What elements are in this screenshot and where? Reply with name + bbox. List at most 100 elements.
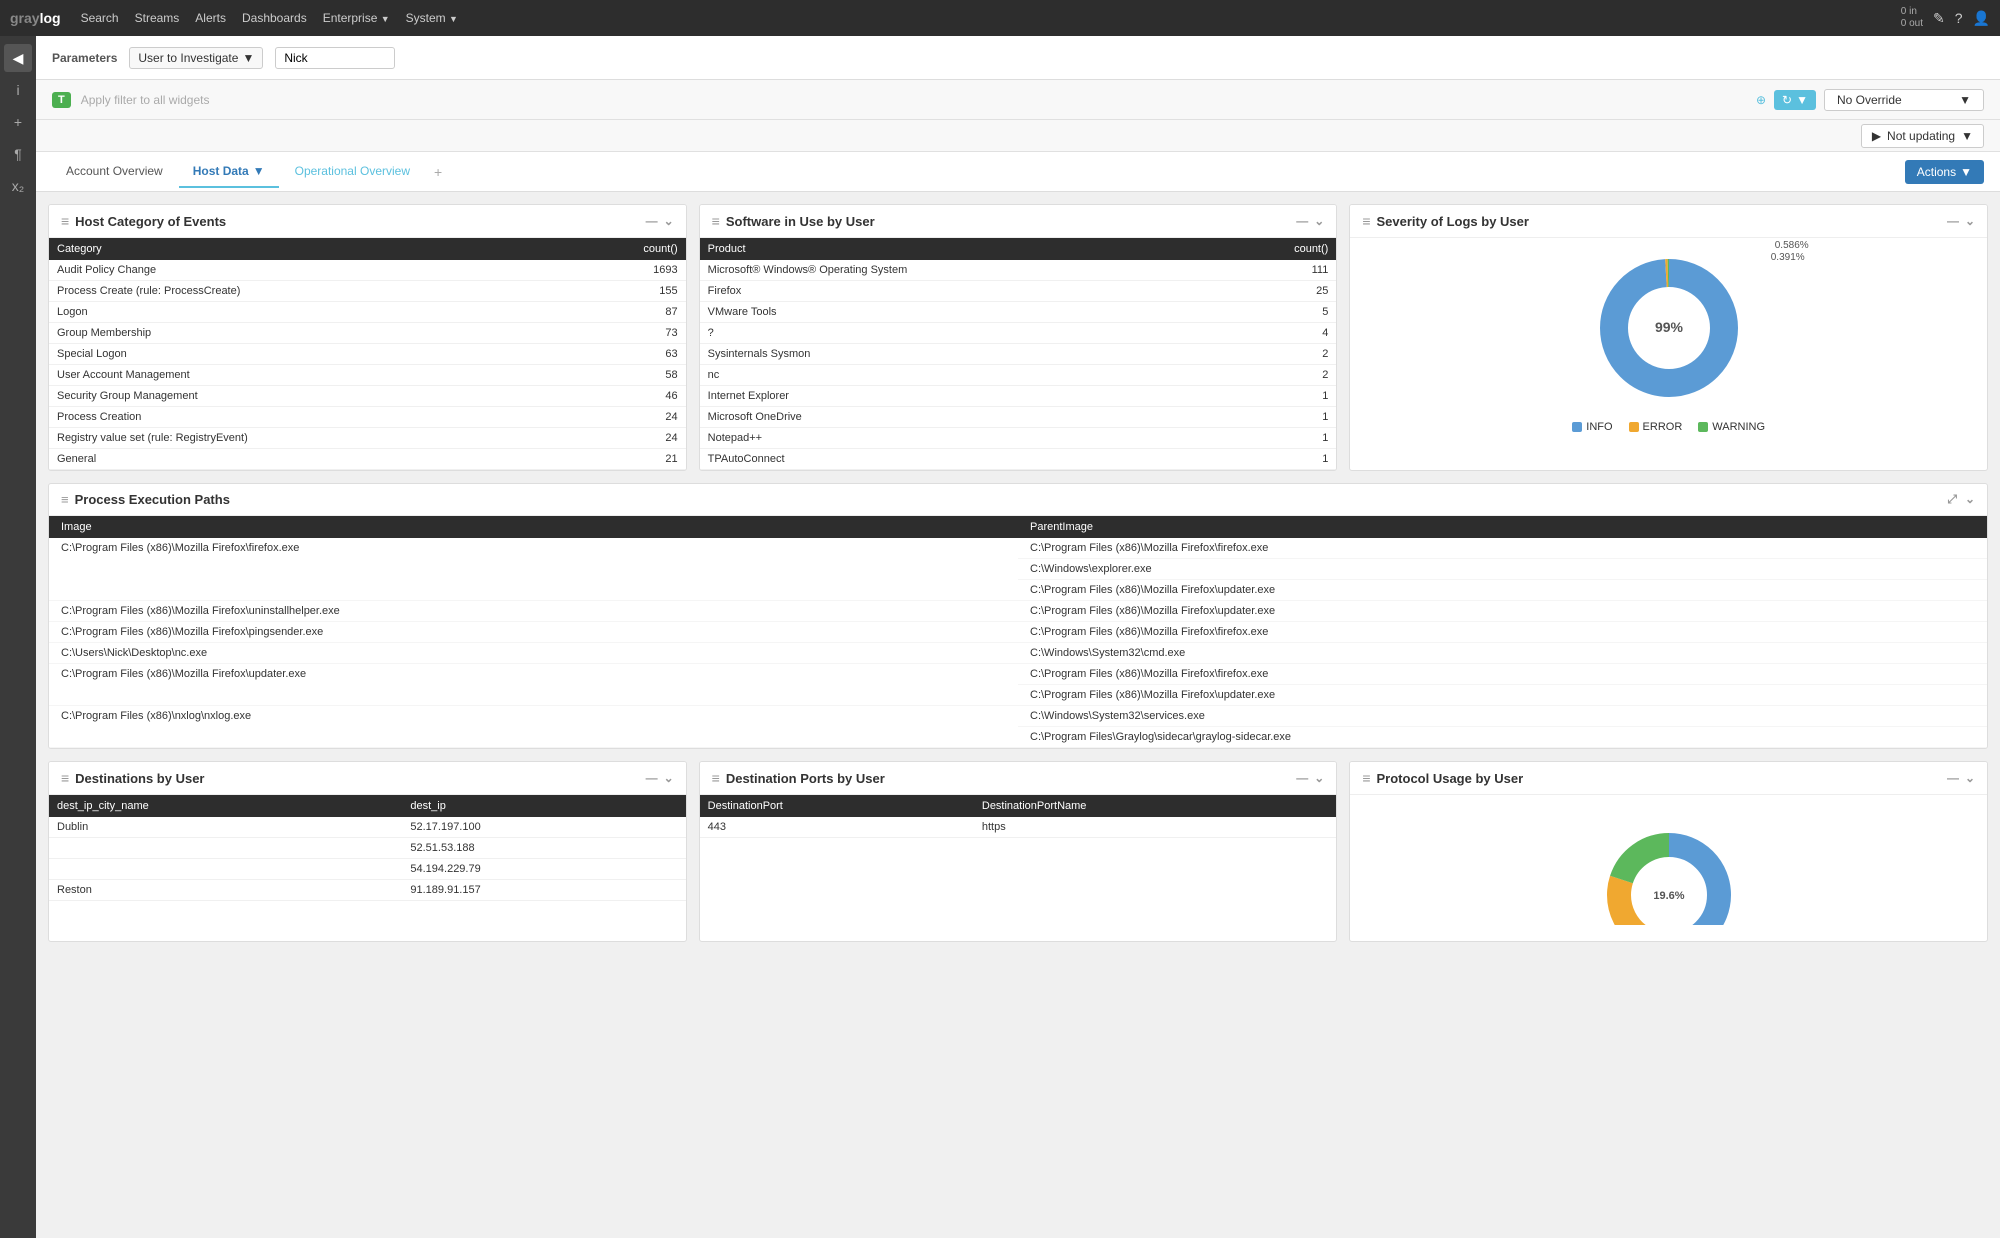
table-row: 54.194.229.79 bbox=[49, 859, 686, 880]
tab-host-data[interactable]: Host Data ▼ bbox=[179, 156, 279, 188]
widget-protocol-header: ≡ Protocol Usage by User — ⌄ bbox=[1350, 762, 1987, 795]
table-row: C:\Program Files (x86)\Mozilla Firefox\u… bbox=[49, 601, 1987, 622]
process-table: Image ParentImage C:\Program Files (x86)… bbox=[49, 516, 1987, 748]
widget-destinations: ≡ Destinations by User — ⌄ dest_ip_city_… bbox=[48, 761, 687, 942]
minimize-icon[interactable]: — bbox=[1296, 214, 1308, 228]
refresh-dropdown-icon: ▼ bbox=[1796, 93, 1808, 107]
port-cell: 443 bbox=[700, 817, 974, 838]
filter-search-icon[interactable]: ⊕ bbox=[1756, 93, 1766, 107]
sidebar-paragraph[interactable]: ¶ bbox=[4, 140, 32, 168]
widget-host-actions[interactable]: — ⌄ bbox=[646, 214, 674, 228]
table-row: User Account Management58 bbox=[49, 365, 686, 386]
category-cell: Registry value set (rule: RegistryEvent) bbox=[49, 428, 561, 449]
product-cell: Microsoft® Windows® Operating System bbox=[700, 260, 1216, 281]
widget-software-icon: ≡ bbox=[712, 213, 720, 229]
table-row: Notepad++1 bbox=[700, 428, 1337, 449]
navbar: graylog Search Streams Alerts Dashboards… bbox=[0, 0, 2000, 36]
edit-icon[interactable]: ✎ bbox=[1933, 10, 1945, 27]
product-cell: TPAutoConnect bbox=[700, 449, 1216, 470]
parent-cell: C:\Program Files (x86)\Mozilla Firefox\f… bbox=[1018, 622, 1987, 643]
minimize-icon[interactable]: — bbox=[1296, 771, 1308, 785]
expand-icon[interactable]: ⌄ bbox=[664, 771, 674, 785]
tab-account-overview[interactable]: Account Overview bbox=[52, 156, 177, 188]
process-icon: ≡ bbox=[61, 492, 69, 507]
nav-dashboards[interactable]: Dashboards bbox=[242, 11, 307, 25]
expand-icon[interactable]: ⌄ bbox=[1314, 214, 1324, 228]
not-updating-btn[interactable]: ▶ Not updating ▼ bbox=[1861, 124, 1984, 148]
ports-table: DestinationPort DestinationPortName 443h… bbox=[700, 795, 1337, 838]
widget-protocol-icon: ≡ bbox=[1362, 770, 1370, 786]
nav-search[interactable]: Search bbox=[81, 11, 119, 25]
expand-icon[interactable]: ⌄ bbox=[1965, 771, 1975, 785]
params-bar: Parameters User to Investigate ▼ bbox=[36, 36, 2000, 80]
svg-text:19.6%: 19.6% bbox=[1653, 890, 1684, 902]
table-row: C:\Program Files (x86)\Mozilla Firefox\p… bbox=[49, 622, 1987, 643]
collapse-icon[interactable]: ⌄ bbox=[1965, 492, 1975, 507]
sidebar-add[interactable]: + bbox=[4, 108, 32, 136]
sidebar-collapse[interactable]: ◀ bbox=[4, 44, 32, 72]
widget-protocol-actions[interactable]: — ⌄ bbox=[1947, 771, 1975, 785]
expand-icon[interactable]: ⌄ bbox=[1314, 771, 1324, 785]
parent-cell: C:\Program Files (x86)\Mozilla Firefox\u… bbox=[1018, 601, 1987, 622]
minimize-icon[interactable]: — bbox=[646, 214, 658, 228]
navbar-icons: ✎ ? 👤 bbox=[1933, 10, 1990, 27]
host-category-table: Category count() Audit Policy Change1693… bbox=[49, 238, 686, 470]
product-cell: VMware Tools bbox=[700, 302, 1216, 323]
user-input[interactable] bbox=[275, 47, 395, 69]
product-cell: Firefox bbox=[700, 281, 1216, 302]
legend-error: ERROR bbox=[1629, 421, 1683, 433]
process-execution-section: ≡ Process Execution Paths ⤢ ⌄ Image Pare… bbox=[48, 483, 1988, 749]
widget-severity-actions[interactable]: — ⌄ bbox=[1947, 214, 1975, 228]
widget-dest-actions[interactable]: — ⌄ bbox=[646, 771, 674, 785]
nav-enterprise[interactable]: Enterprise ▼ bbox=[323, 11, 390, 25]
software-table: Product count() Microsoft® Windows® Oper… bbox=[700, 238, 1337, 470]
severity-legend: INFO ERROR WARNING bbox=[1572, 421, 1765, 433]
process-header-actions[interactable]: ⤢ ⌄ bbox=[1947, 492, 1975, 507]
user-dropdown[interactable]: User to Investigate ▼ bbox=[129, 47, 263, 69]
protocol-pie-container: 19.6% bbox=[1350, 795, 1987, 941]
widget-software-actions[interactable]: — ⌄ bbox=[1296, 214, 1324, 228]
product-cell: Microsoft OneDrive bbox=[700, 407, 1216, 428]
count-cell: 1 bbox=[1216, 386, 1336, 407]
donut-svg: 99% bbox=[1589, 248, 1749, 408]
tab-operational-overview[interactable]: Operational Overview bbox=[281, 156, 424, 188]
expand-icon[interactable]: ⌄ bbox=[1965, 214, 1975, 228]
nav-alerts[interactable]: Alerts bbox=[195, 11, 226, 25]
override-dropdown[interactable]: No Override ▼ bbox=[1824, 89, 1984, 111]
not-updating-arrow-icon: ▼ bbox=[1961, 129, 1973, 143]
actions-button[interactable]: Actions ▼ bbox=[1905, 160, 1984, 184]
widget-ports-actions[interactable]: — ⌄ bbox=[1296, 771, 1324, 785]
product-cell: Internet Explorer bbox=[700, 386, 1216, 407]
navbar-right: 0 in 0 out ✎ ? 👤 bbox=[1901, 6, 1990, 30]
sidebar-variable[interactable]: x₂ bbox=[4, 172, 32, 200]
minimize-icon[interactable]: — bbox=[1947, 771, 1959, 785]
image-cell: C:\Program Files (x86)\Mozilla Firefox\u… bbox=[49, 601, 1018, 622]
params-label: Parameters bbox=[52, 51, 117, 65]
city-cell: Reston bbox=[49, 880, 402, 901]
col-product: Product bbox=[700, 238, 1216, 260]
table-row: C:\Program Files (x86)\nxlog\nxlog.exeC:… bbox=[49, 706, 1987, 727]
expand-icon[interactable]: ⌄ bbox=[664, 214, 674, 228]
nav-streams[interactable]: Streams bbox=[135, 11, 180, 25]
minimize-icon[interactable]: — bbox=[646, 771, 658, 785]
count-cell: 4 bbox=[1216, 323, 1336, 344]
help-icon[interactable]: ? bbox=[1955, 10, 1963, 27]
logo-gray: gray bbox=[10, 10, 40, 26]
nav-system[interactable]: System ▼ bbox=[406, 11, 458, 25]
sidebar-info[interactable]: i bbox=[4, 76, 32, 104]
minimize-icon[interactable]: — bbox=[1947, 214, 1959, 228]
city-cell bbox=[49, 838, 402, 859]
tab-add-btn[interactable]: + bbox=[426, 160, 450, 184]
expand-arrows-icon[interactable]: ⤢ bbox=[1947, 492, 1957, 507]
logo-log: log bbox=[40, 10, 61, 26]
table-row: Microsoft OneDrive1 bbox=[700, 407, 1337, 428]
user-icon[interactable]: 👤 bbox=[1973, 10, 1990, 27]
table-row: VMware Tools5 bbox=[700, 302, 1337, 323]
filter-refresh-btn[interactable]: ↻ ▼ bbox=[1774, 90, 1816, 110]
dashboard-grid-bottom: ≡ Destinations by User — ⌄ dest_ip_city_… bbox=[36, 761, 2000, 954]
navbar-links: Search Streams Alerts Dashboards Enterpr… bbox=[81, 11, 458, 25]
table-row: General21 bbox=[49, 449, 686, 470]
message-counter: 0 in 0 out bbox=[1901, 6, 1923, 30]
table-row: ?4 bbox=[700, 323, 1337, 344]
error-dot bbox=[1629, 422, 1639, 432]
